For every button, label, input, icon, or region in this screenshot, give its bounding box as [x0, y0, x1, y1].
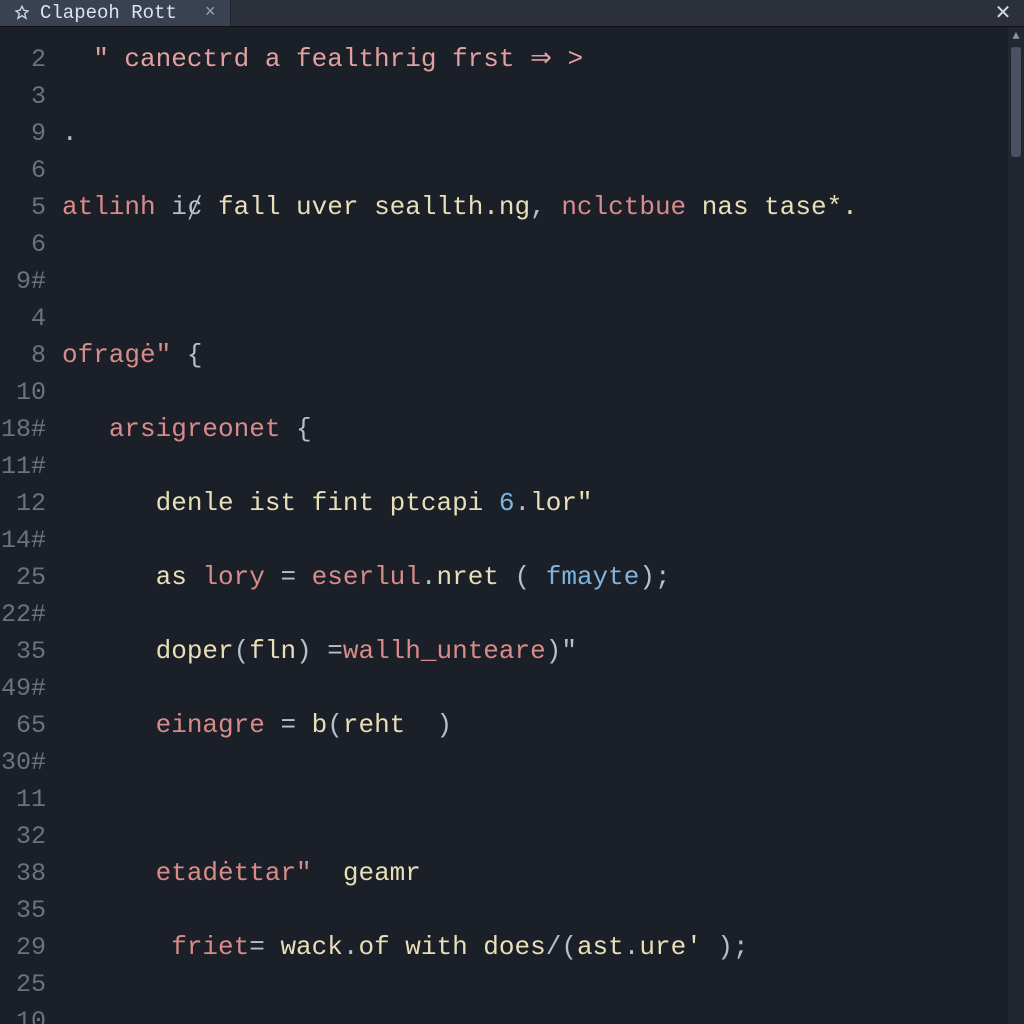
line-number: 8: [0, 337, 56, 374]
code-line[interactable]: [56, 263, 1008, 300]
line-number: 14#: [0, 522, 56, 559]
line-number: 32: [0, 818, 56, 855]
line-number: 5: [0, 189, 56, 226]
line-number: 11#: [0, 448, 56, 485]
code-line[interactable]: einagre = b(reht ): [56, 707, 1008, 744]
line-number: 25: [0, 966, 56, 1003]
line-number: 29: [0, 929, 56, 966]
line-number: 12: [0, 485, 56, 522]
line-number: 35: [0, 892, 56, 929]
line-number: 3: [0, 78, 56, 115]
code-line[interactable]: friet= wack.of with does/(ast.ure' );: [56, 929, 1008, 966]
code-line[interactable]: doper(fln) =wallh_unteare)": [56, 633, 1008, 670]
line-number: 22#: [0, 596, 56, 633]
scroll-up-arrow[interactable]: ▲: [1008, 27, 1024, 45]
tab-close-icon[interactable]: ×: [205, 3, 216, 23]
line-number: 9#: [0, 263, 56, 300]
line-number: 10: [0, 374, 56, 411]
pin-icon: [14, 5, 30, 21]
line-number: 6: [0, 226, 56, 263]
code-line[interactable]: ofragė" {: [56, 337, 1008, 374]
tab-bar: Clapeoh Rott × ✕: [0, 0, 1024, 27]
line-number: 2: [0, 41, 56, 78]
code-line[interactable]: " canectrd a fealthrig frst ⇒ >: [56, 41, 1008, 78]
code-line[interactable]: arsigreonet {: [56, 411, 1008, 448]
line-number: 38: [0, 855, 56, 892]
line-number: 10: [0, 1003, 56, 1024]
code-line[interactable]: [56, 1003, 1008, 1024]
code-line[interactable]: atlinh iȼ fall uver seallth.ng, nclctbue…: [56, 189, 1008, 226]
line-number: 11: [0, 781, 56, 818]
code-line[interactable]: etadėttar" geamr: [56, 855, 1008, 892]
line-number: 6: [0, 152, 56, 189]
line-number: 9: [0, 115, 56, 152]
line-number: 30#: [0, 744, 56, 781]
close-icon: ✕: [995, 0, 1012, 26]
scroll-thumb[interactable]: [1011, 47, 1021, 157]
line-number: 4: [0, 300, 56, 337]
editor-area: 2396569#481018#11#1214#2522#3549#6530#11…: [0, 27, 1024, 1024]
line-number: 25: [0, 559, 56, 596]
line-number-gutter: 2396569#481018#11#1214#2522#3549#6530#11…: [0, 27, 56, 1024]
vertical-scrollbar[interactable]: ▲ ▼: [1008, 27, 1024, 1024]
tab-title: Clapeoh Rott: [40, 2, 177, 24]
code-content[interactable]: " canectrd a fealthrig frst ⇒ > . atlinh…: [56, 27, 1008, 1024]
code-line[interactable]: [56, 781, 1008, 818]
line-number: 49#: [0, 670, 56, 707]
code-line[interactable]: .: [56, 115, 1008, 152]
window-close-button[interactable]: ✕: [982, 0, 1024, 26]
line-number: 35: [0, 633, 56, 670]
code-line[interactable]: denle ist fint ptcapi 6.lor": [56, 485, 1008, 522]
code-line[interactable]: as lory = eserlul.nret ( fmayte);: [56, 559, 1008, 596]
line-number: 65: [0, 707, 56, 744]
file-tab-active[interactable]: Clapeoh Rott ×: [0, 0, 231, 26]
line-number: 18#: [0, 411, 56, 448]
